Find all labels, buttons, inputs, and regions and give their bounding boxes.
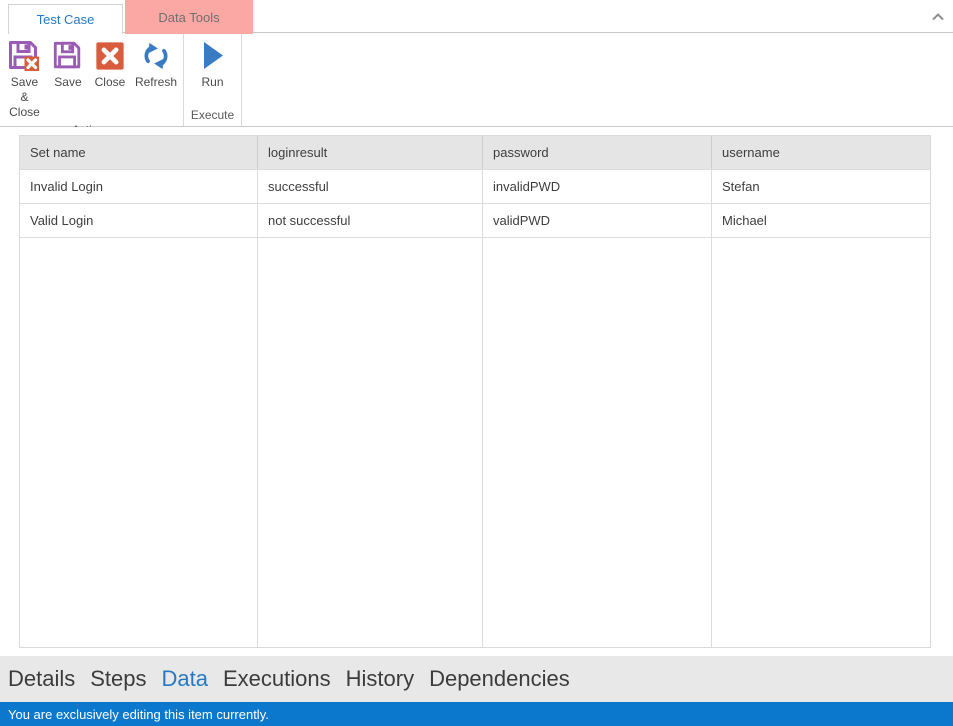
- ribbon-group-execute: Run Execute: [184, 33, 241, 126]
- empty-cell: [483, 238, 712, 647]
- empty-cell: [20, 238, 258, 647]
- nav-item-data[interactable]: Data: [162, 666, 208, 692]
- ribbon: Save & Close Save: [0, 33, 953, 127]
- cell-set-name[interactable]: Invalid Login: [20, 170, 258, 203]
- tab-data-tools[interactable]: Data Tools: [125, 0, 253, 34]
- table-row[interactable]: Valid Login not successful validPWD Mich…: [20, 203, 930, 237]
- table-header-row: Set name loginresult password username: [20, 136, 930, 169]
- save-button[interactable]: Save: [47, 36, 89, 121]
- run-icon: [196, 39, 230, 73]
- status-message: You are exclusively editing this item cu…: [8, 707, 269, 722]
- cell-loginresult[interactable]: not successful: [258, 204, 483, 237]
- nav-item-dependencies[interactable]: Dependencies: [429, 666, 570, 692]
- cell-username[interactable]: Stefan: [712, 170, 930, 203]
- refresh-label: Refresh: [135, 75, 177, 90]
- nav-item-history[interactable]: History: [346, 666, 414, 692]
- ribbon-tabstrip: Test Case Data Tools: [0, 0, 953, 33]
- table-row[interactable]: Invalid Login successful invalidPWD Stef…: [20, 169, 930, 203]
- cell-loginresult[interactable]: successful: [258, 170, 483, 203]
- cell-password[interactable]: invalidPWD: [483, 170, 712, 203]
- close-icon: [93, 39, 127, 73]
- save-close-icon: [7, 39, 41, 73]
- execute-buttons: Run: [184, 33, 241, 106]
- refresh-icon: [139, 39, 173, 73]
- actions-buttons: Save & Close Save: [0, 33, 183, 121]
- data-table: Set name loginresult password username I…: [19, 135, 931, 648]
- close-label: Close: [95, 75, 126, 90]
- bottom-nav: Details Steps Data Executions History De…: [0, 656, 953, 702]
- column-header-password[interactable]: password: [483, 136, 712, 169]
- tab-test-case-label: Test Case: [37, 12, 95, 27]
- column-header-set-name[interactable]: Set name: [20, 136, 258, 169]
- run-label: Run: [201, 75, 223, 90]
- column-header-username[interactable]: username: [712, 136, 930, 169]
- data-grid-area: Set name loginresult password username I…: [0, 127, 953, 656]
- table-empty-area: [20, 237, 930, 647]
- tab-data-tools-label: Data Tools: [158, 10, 219, 25]
- group-label-execute: Execute: [184, 106, 241, 126]
- status-bar: You are exclusively editing this item cu…: [0, 702, 953, 726]
- cell-username[interactable]: Michael: [712, 204, 930, 237]
- cell-set-name[interactable]: Valid Login: [20, 204, 258, 237]
- save-label: Save: [54, 75, 81, 90]
- chevron-up-icon: [932, 9, 944, 24]
- save-icon: [51, 39, 85, 73]
- ribbon-group-separator: [241, 33, 242, 126]
- ribbon-group-actions: Save & Close Save: [0, 33, 183, 126]
- save-and-close-button[interactable]: Save & Close: [2, 36, 47, 121]
- column-header-loginresult[interactable]: loginresult: [258, 136, 483, 169]
- save-and-close-label: Save & Close: [6, 75, 43, 120]
- run-button[interactable]: Run: [192, 36, 234, 106]
- app-window: Test Case Data Tools: [0, 0, 953, 726]
- empty-cell: [712, 238, 930, 647]
- cell-password[interactable]: validPWD: [483, 204, 712, 237]
- refresh-button[interactable]: Refresh: [131, 36, 181, 121]
- nav-item-details[interactable]: Details: [8, 666, 75, 692]
- close-button[interactable]: Close: [89, 36, 131, 121]
- nav-item-executions[interactable]: Executions: [223, 666, 331, 692]
- nav-item-steps[interactable]: Steps: [90, 666, 146, 692]
- empty-cell: [258, 238, 483, 647]
- tab-test-case[interactable]: Test Case: [8, 4, 123, 34]
- collapse-ribbon-button[interactable]: [929, 7, 947, 25]
